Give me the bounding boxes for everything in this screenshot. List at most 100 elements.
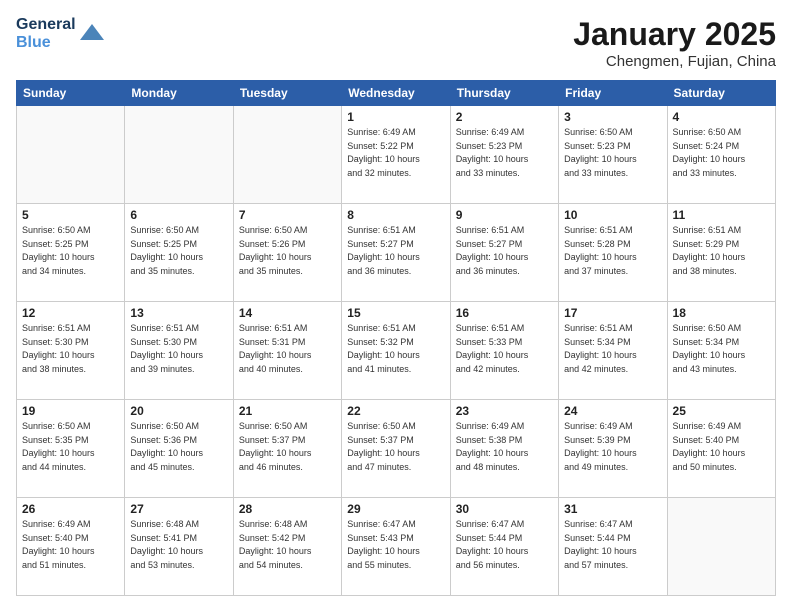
day-number: 29 (347, 502, 444, 516)
day-number: 20 (130, 404, 227, 418)
day-number: 8 (347, 208, 444, 222)
calendar-cell-1-2: 7 Sunrise: 6:50 AMSunset: 5:26 PMDaylight… (233, 204, 341, 302)
day-number: 26 (22, 502, 119, 516)
calendar-cell-1-1: 6Sunrise: 6:50 AMSunset: 5:25 PMDaylight… (125, 204, 233, 302)
day-number: 13 (130, 306, 227, 320)
logo-line2: Blue (16, 34, 76, 52)
calendar-cell-2-0: 12 Sunrise: 6:51 AMSunset: 5:30 PMDayligh… (17, 302, 125, 400)
calendar-cell-3-0: 19Sunrise: 6:50 AMSunset: 5:35 PMDayligh… (17, 400, 125, 498)
calendar-cell-2-3: 15 Sunrise: 6:51 AMSunset: 5:32 PMDayligh… (342, 302, 450, 400)
day-info: Sunrise: 6:51 AMSunset: 5:27 PMDaylight:… (347, 224, 444, 278)
calendar-cell-4-5: 31 Sunrise: 6:47 AMSunset: 5:44 PMDayligh… (559, 498, 667, 596)
day-number: 22 (347, 404, 444, 418)
calendar-cell-3-1: 20 Sunrise: 6:50 AMSunset: 5:36 PMDayligh… (125, 400, 233, 498)
day-number: 25 (673, 404, 770, 418)
day-number: 18 (673, 306, 770, 320)
header: General Blue January 2025 Chengmen, Fuji… (16, 16, 776, 70)
calendar-cell-1-6: 11Sunrise: 6:51 AMSunset: 5:29 PMDayligh… (667, 204, 775, 302)
calendar-cell-0-2 (233, 106, 341, 204)
day-info: Sunrise: 6:47 AMSunset: 5:44 PMDaylight:… (456, 518, 553, 572)
calendar-cell-1-0: 5Sunrise: 6:50 AMSunset: 5:25 PMDaylight… (17, 204, 125, 302)
header-wednesday: Wednesday (342, 81, 450, 106)
day-info: Sunrise: 6:49 AMSunset: 5:40 PMDaylight:… (22, 518, 119, 572)
calendar-cell-0-4: 2 Sunrise: 6:49 AMSunset: 5:23 PMDaylight… (450, 106, 558, 204)
day-number: 23 (456, 404, 553, 418)
calendar-cell-0-0 (17, 106, 125, 204)
logo-icon (78, 20, 106, 48)
calendar-cell-4-0: 26 Sunrise: 6:49 AMSunset: 5:40 PMDayligh… (17, 498, 125, 596)
day-info: Sunrise: 6:51 AMSunset: 5:31 PMDaylight:… (239, 322, 336, 376)
day-info: Sunrise: 6:49 AMSunset: 5:39 PMDaylight:… (564, 420, 661, 474)
week-row-1: 1 Sunrise: 6:49 AMSunset: 5:22 PMDaylight… (17, 106, 776, 204)
day-number: 19 (22, 404, 119, 418)
day-number: 28 (239, 502, 336, 516)
header-sunday: Sunday (17, 81, 125, 106)
day-number: 7 (239, 208, 336, 222)
day-info: Sunrise: 6:50 AMSunset: 5:24 PMDaylight:… (673, 126, 770, 180)
header-friday: Friday (559, 81, 667, 106)
location: Chengmen, Fujian, China (573, 53, 776, 70)
day-info: Sunrise: 6:49 AMSunset: 5:38 PMDaylight:… (456, 420, 553, 474)
day-info: Sunrise: 6:50 AMSunset: 5:36 PMDaylight:… (130, 420, 227, 474)
day-number: 24 (564, 404, 661, 418)
calendar-table: Sunday Monday Tuesday Wednesday Thursday… (16, 80, 776, 596)
calendar-cell-0-5: 3Sunrise: 6:50 AMSunset: 5:23 PMDaylight… (559, 106, 667, 204)
day-info: Sunrise: 6:48 AMSunset: 5:42 PMDaylight:… (239, 518, 336, 572)
day-number: 31 (564, 502, 661, 516)
calendar-cell-2-4: 16Sunrise: 6:51 AMSunset: 5:33 PMDayligh… (450, 302, 558, 400)
calendar-cell-0-3: 1 Sunrise: 6:49 AMSunset: 5:22 PMDaylight… (342, 106, 450, 204)
page: General Blue January 2025 Chengmen, Fuji… (0, 0, 792, 612)
header-tuesday: Tuesday (233, 81, 341, 106)
day-info: Sunrise: 6:47 AMSunset: 5:44 PMDaylight:… (564, 518, 661, 572)
day-info: Sunrise: 6:47 AMSunset: 5:43 PMDaylight:… (347, 518, 444, 572)
calendar-cell-4-1: 27Sunrise: 6:48 AMSunset: 5:41 PMDayligh… (125, 498, 233, 596)
day-number: 21 (239, 404, 336, 418)
day-info: Sunrise: 6:51 AMSunset: 5:29 PMDaylight:… (673, 224, 770, 278)
day-number: 9 (456, 208, 553, 222)
calendar-cell-2-6: 18 Sunrise: 6:50 AMSunset: 5:34 PMDayligh… (667, 302, 775, 400)
logo: General Blue (16, 16, 106, 51)
calendar-cell-4-6 (667, 498, 775, 596)
day-number: 10 (564, 208, 661, 222)
day-number: 17 (564, 306, 661, 320)
header-monday: Monday (125, 81, 233, 106)
month-title: January 2025 (573, 16, 776, 53)
day-number: 5 (22, 208, 119, 222)
week-row-4: 19Sunrise: 6:50 AMSunset: 5:35 PMDayligh… (17, 400, 776, 498)
day-number: 15 (347, 306, 444, 320)
calendar-cell-3-3: 22 Sunrise: 6:50 AMSunset: 5:37 PMDayligh… (342, 400, 450, 498)
calendar-cell-0-1 (125, 106, 233, 204)
day-number: 12 (22, 306, 119, 320)
day-number: 2 (456, 110, 553, 124)
day-number: 4 (673, 110, 770, 124)
calendar-header-row: Sunday Monday Tuesday Wednesday Thursday… (17, 81, 776, 106)
day-info: Sunrise: 6:50 AMSunset: 5:34 PMDaylight:… (673, 322, 770, 376)
calendar-cell-2-1: 13 Sunrise: 6:51 AMSunset: 5:30 PMDayligh… (125, 302, 233, 400)
week-row-3: 12 Sunrise: 6:51 AMSunset: 5:30 PMDayligh… (17, 302, 776, 400)
calendar-cell-4-3: 29 Sunrise: 6:47 AMSunset: 5:43 PMDayligh… (342, 498, 450, 596)
day-info: Sunrise: 6:51 AMSunset: 5:34 PMDaylight:… (564, 322, 661, 376)
calendar-cell-3-2: 21Sunrise: 6:50 AMSunset: 5:37 PMDayligh… (233, 400, 341, 498)
calendar-cell-3-5: 24 Sunrise: 6:49 AMSunset: 5:39 PMDayligh… (559, 400, 667, 498)
day-info: Sunrise: 6:50 AMSunset: 5:23 PMDaylight:… (564, 126, 661, 180)
day-info: Sunrise: 6:50 AMSunset: 5:26 PMDaylight:… (239, 224, 336, 278)
title-block: January 2025 Chengmen, Fujian, China (573, 16, 776, 70)
header-saturday: Saturday (667, 81, 775, 106)
day-number: 6 (130, 208, 227, 222)
logo-line1: General (16, 16, 76, 34)
day-number: 1 (347, 110, 444, 124)
day-info: Sunrise: 6:51 AMSunset: 5:32 PMDaylight:… (347, 322, 444, 376)
week-row-2: 5Sunrise: 6:50 AMSunset: 5:25 PMDaylight… (17, 204, 776, 302)
day-info: Sunrise: 6:49 AMSunset: 5:40 PMDaylight:… (673, 420, 770, 474)
day-info: Sunrise: 6:51 AMSunset: 5:30 PMDaylight:… (22, 322, 119, 376)
day-info: Sunrise: 6:51 AMSunset: 5:33 PMDaylight:… (456, 322, 553, 376)
day-number: 27 (130, 502, 227, 516)
day-info: Sunrise: 6:50 AMSunset: 5:37 PMDaylight:… (347, 420, 444, 474)
calendar-cell-4-2: 28 Sunrise: 6:48 AMSunset: 5:42 PMDayligh… (233, 498, 341, 596)
day-info: Sunrise: 6:49 AMSunset: 5:22 PMDaylight:… (347, 126, 444, 180)
week-row-5: 26 Sunrise: 6:49 AMSunset: 5:40 PMDayligh… (17, 498, 776, 596)
day-info: Sunrise: 6:51 AMSunset: 5:30 PMDaylight:… (130, 322, 227, 376)
day-number: 30 (456, 502, 553, 516)
calendar-cell-2-2: 14Sunrise: 6:51 AMSunset: 5:31 PMDayligh… (233, 302, 341, 400)
day-info: Sunrise: 6:49 AMSunset: 5:23 PMDaylight:… (456, 126, 553, 180)
